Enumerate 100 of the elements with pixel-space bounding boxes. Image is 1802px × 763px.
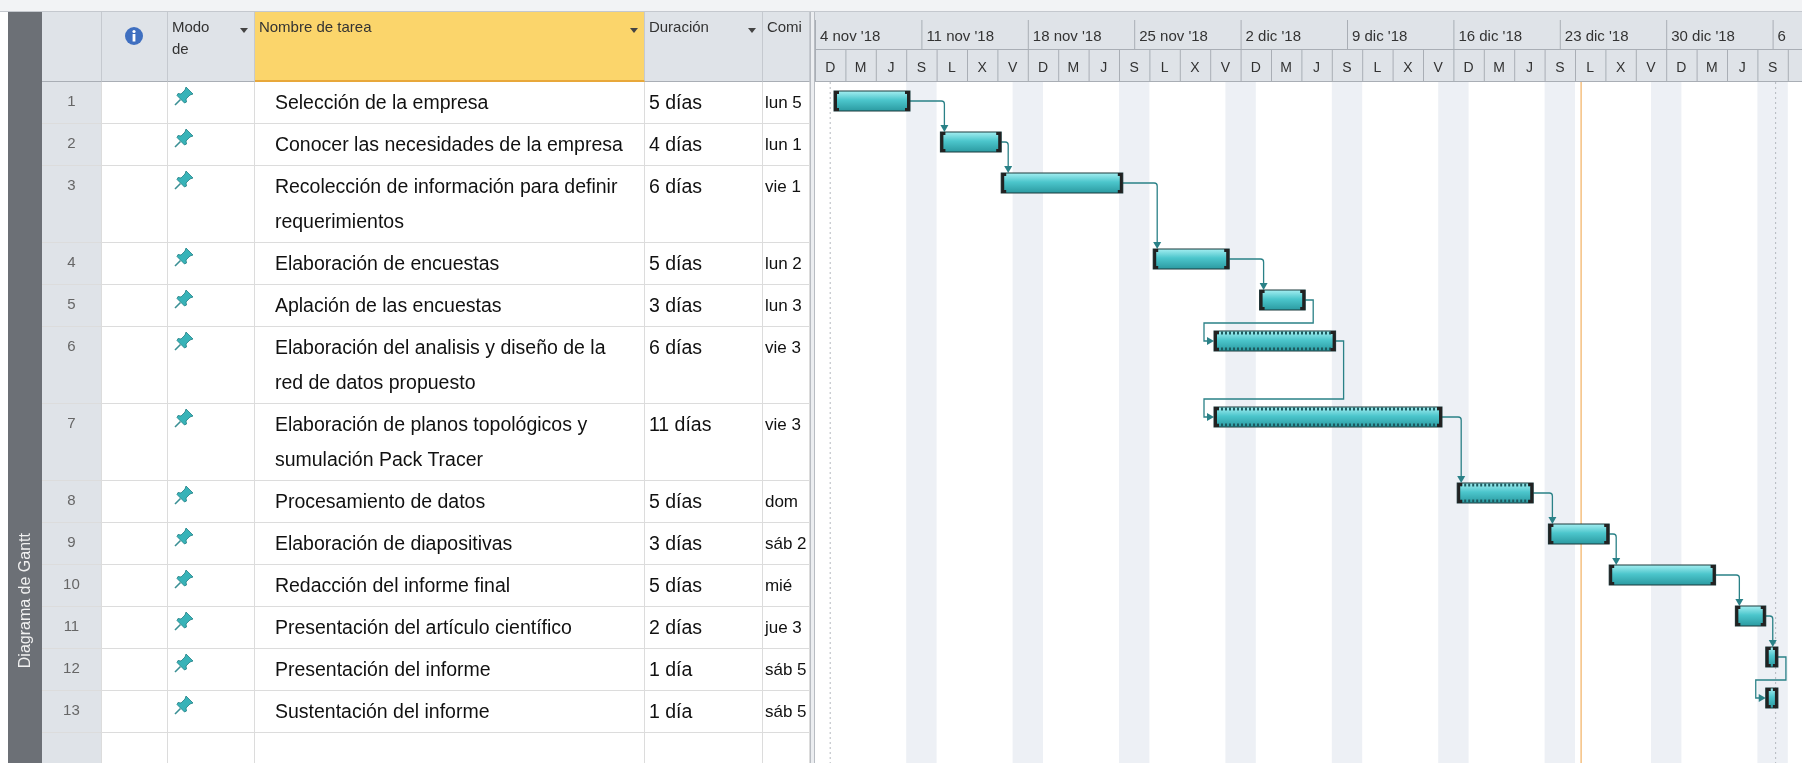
dependency-arrow [909,100,949,132]
week-label: 25 nov '18 [1139,27,1208,44]
dependency-arrow [1122,182,1162,249]
week-label: 11 nov '18 [926,27,994,44]
pin-icon [173,331,194,351]
caret-icon[interactable] [747,28,756,33]
day-label: S [1129,59,1139,75]
dependency-arrow [1228,258,1268,290]
dependency-arrow [1441,416,1466,483]
task-bar[interactable] [1608,564,1716,586]
column-header[interactable]: Comi [762,12,810,82]
day-label: D [1250,59,1261,75]
dependency-arrow [1765,615,1777,647]
task-duration: 6 días [648,336,703,358]
week-label: 4 nov '18 [819,27,881,44]
task-name: Procesamiento de datos [274,490,486,512]
row-number: 7 [41,404,102,480]
pin-icon [173,611,194,631]
day-label: X [1190,59,1200,75]
day-label: X [1403,59,1413,75]
dependency-arrow [1532,492,1557,524]
day-label: L [1160,59,1169,75]
column-header[interactable]: Modo de [167,12,255,82]
row-number: 1 [41,82,102,123]
task-name: Selección de la empresa [274,91,489,113]
day-label: V [1646,59,1656,75]
task-start: sáb 5 [764,702,807,721]
dependency-arrow [1755,656,1787,702]
task-bar[interactable] [939,131,1002,153]
task-bar[interactable] [1765,646,1779,668]
day-label: S [1342,59,1352,75]
pin-icon [173,569,194,589]
task-start: lun 1 [764,135,802,154]
day-label: L [947,59,956,75]
task-bar[interactable] [1000,172,1124,194]
task-bar[interactable] [1765,687,1779,709]
task-start: lun 2 [764,254,802,273]
task-bar[interactable] [1213,406,1443,428]
task-name: Elaboración de encuestas [274,252,500,274]
day-label: M [1280,59,1292,75]
row-number: 5 [41,285,102,326]
task-bar[interactable] [1456,482,1534,504]
task-name: Elaboración del analisis y diseño de la red de datos propuesto [274,336,606,393]
task-duration: 5 días [648,490,703,512]
task-bar[interactable] [1213,330,1336,352]
pin-icon [173,695,194,715]
task-duration: 6 días [648,175,703,197]
column-header[interactable]: Nombre de tarea [254,12,645,82]
day-label: J [1313,59,1320,75]
task-bar[interactable] [1259,289,1306,311]
row-number: 6 [41,327,102,403]
task-start: sáb 2 [764,534,807,553]
pin-icon [173,485,194,505]
task-start: vie 3 [764,415,801,434]
task-bar[interactable] [1152,248,1230,270]
row-number: 2 [41,124,102,165]
info-icon [124,26,145,46]
week-label: 30 dic '18 [1671,27,1735,44]
day-label: M [854,59,867,75]
week-label: 18 nov '18 [1032,27,1102,44]
task-bar[interactable] [833,90,911,112]
day-label: S [916,59,926,75]
day-label: D [1676,59,1687,75]
day-label: X [977,59,987,75]
task-duration: 2 días [648,616,703,638]
task-start: dom [764,492,798,511]
day-label: J [1100,59,1108,75]
column-header[interactable]: Duración [644,12,763,82]
day-label: M [1067,59,1080,75]
day-label: X [1615,59,1626,75]
dependency-arrow [1714,574,1744,606]
pin-icon [173,653,194,673]
day-label: J [1738,59,1746,75]
day-label: L [1586,59,1594,75]
task-name: Conocer las necesidades de la empresa [274,133,623,155]
task-duration: 5 días [648,574,703,596]
caret-icon[interactable] [629,28,638,33]
task-duration: 3 días [648,532,703,554]
day-label: V [1433,59,1443,75]
row-number: 8 [41,481,102,522]
task-bar[interactable] [1734,605,1767,627]
day-label: J [887,59,895,75]
task-start: lun 5 [764,93,802,112]
day-label: M [1705,59,1718,75]
week-label: 6 [1777,27,1786,44]
week-label: 2 dic '18 [1245,27,1301,44]
caret-icon[interactable] [239,28,248,33]
row-number: 3 [41,166,102,242]
row-number: 13 [41,691,102,732]
task-name: Sustentación del informe [274,700,490,722]
task-start: mié [764,576,793,595]
task-name: Elaboración de diapositivas [274,532,513,554]
day-label: S [1555,59,1565,75]
pin-icon [173,408,194,428]
row-number: 4 [41,243,102,284]
task-start: jue 3 [764,618,802,637]
day-label: V [1007,59,1018,75]
task-bar[interactable] [1547,523,1610,545]
row-number: 9 [41,523,102,564]
task-start: vie 1 [764,177,801,196]
